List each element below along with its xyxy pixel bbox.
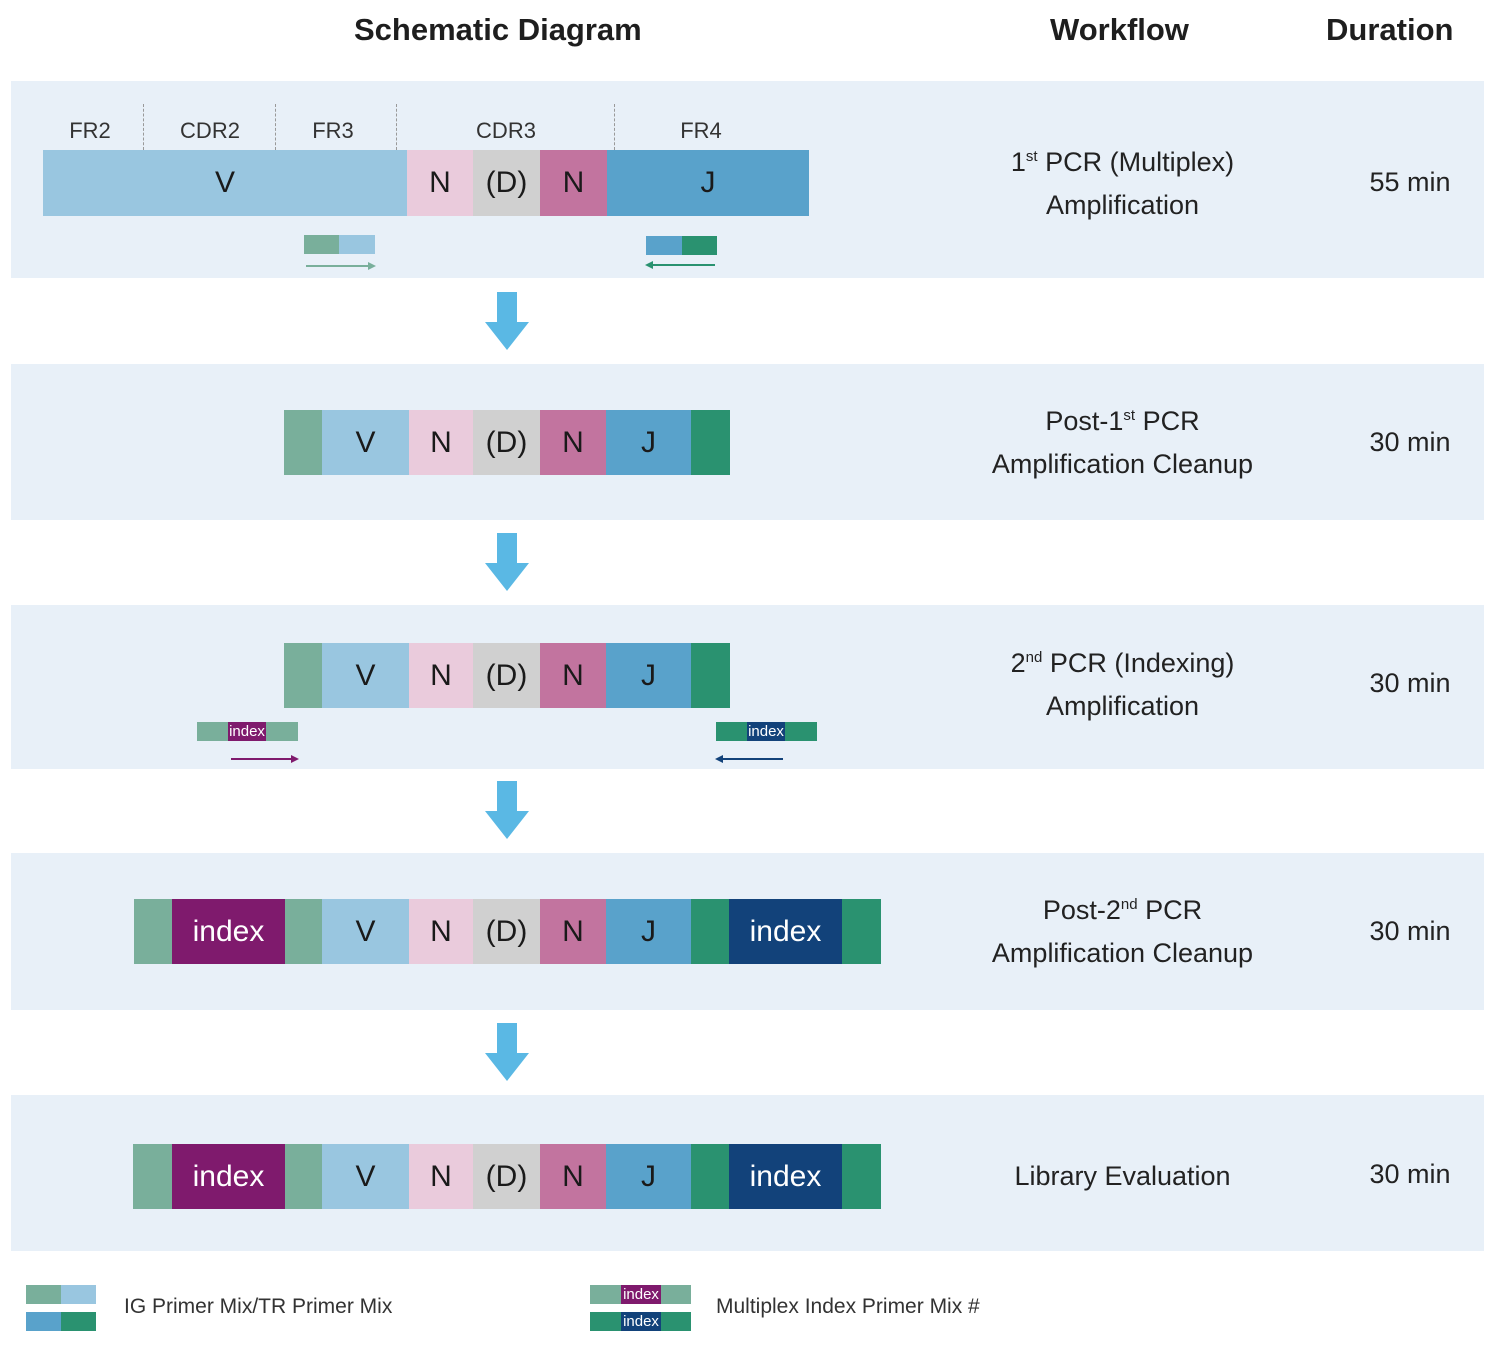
segment-n2: N — [540, 1144, 606, 1209]
segment-primer-right — [842, 1144, 881, 1209]
down-arrow-icon — [485, 1023, 529, 1081]
region-divider — [396, 104, 397, 150]
segment-primer-left — [133, 1144, 172, 1209]
header-schematic: Schematic Diagram — [354, 12, 642, 47]
workflow-step-4: Post-2nd PCR Amplification Cleanup — [991, 895, 1254, 968]
index-label: index — [621, 1312, 661, 1331]
segment-primer-right — [691, 410, 730, 475]
segment-primer-right — [691, 1144, 729, 1209]
segment-j: J — [607, 150, 809, 216]
segment-d: (D) — [473, 899, 540, 964]
duration-step-5: 30 min — [1369, 1159, 1451, 1189]
region-divider — [275, 104, 276, 150]
index-label: index — [228, 722, 266, 741]
segment-j: J — [606, 643, 691, 708]
legend-primer-label: IG Primer Mix/TR Primer Mix — [124, 1295, 393, 1318]
duration-step-2: 30 min — [1369, 427, 1451, 457]
segment-n1: N — [409, 1144, 473, 1209]
segment-j: J — [606, 899, 691, 964]
segment-primer-left — [134, 899, 172, 964]
region-divider — [614, 104, 615, 150]
segment-primer-left — [284, 643, 322, 708]
region-fr3: FR3 — [312, 118, 354, 143]
legend-index-swatch: index index — [590, 1285, 691, 1331]
segment-primer-left — [285, 1144, 322, 1209]
segment-d: (D) — [473, 1144, 540, 1209]
forward-primer — [304, 235, 375, 254]
segment-d: (D) — [473, 150, 540, 216]
reverse-primer — [646, 236, 717, 255]
segment-n1: N — [409, 410, 473, 475]
region-fr2: FR2 — [69, 118, 111, 143]
workflow-step-5: Library Evaluation — [1014, 1161, 1231, 1191]
segment-v: V — [43, 150, 407, 216]
reverse-arrow-icon — [715, 755, 783, 763]
segment-d: (D) — [473, 410, 540, 475]
segment-d: (D) — [473, 643, 540, 708]
legend-index-label: Multiplex Index Primer Mix # — [716, 1295, 980, 1318]
segment-n1: N — [409, 643, 473, 708]
workflow-step-1: 1st PCR (Multiplex) Amplification — [1010, 147, 1235, 220]
segment-primer-right — [691, 899, 729, 964]
segment-n2: N — [540, 150, 607, 216]
segment-j: J — [606, 410, 691, 475]
forward-arrow-icon — [231, 755, 299, 763]
duration-step-3: 30 min — [1369, 668, 1451, 698]
segment-n2: N — [540, 410, 606, 475]
down-arrow-icon — [485, 533, 529, 591]
region-fr4: FR4 — [680, 118, 722, 143]
duration-step-1: 55 min — [1369, 167, 1451, 197]
workflow-step-2: Post-1st PCR Amplification Cleanup — [991, 406, 1254, 479]
segment-primer-left — [284, 410, 322, 475]
segment-index-left: index — [172, 1144, 285, 1209]
header-workflow: Workflow — [1050, 12, 1189, 47]
workflow-step-3: 2nd PCR (Indexing) Amplification — [1010, 648, 1235, 721]
legend-primer-swatch — [26, 1285, 96, 1331]
segment-index-left: index — [172, 899, 285, 964]
reverse-index-primer: index — [716, 722, 817, 741]
region-cdr3: CDR3 — [476, 118, 536, 143]
segment-index-right: index — [729, 1144, 842, 1209]
segment-n1: N — [407, 150, 473, 216]
segment-j: J — [606, 1144, 691, 1209]
down-arrow-icon — [485, 781, 529, 839]
forward-index-primer: index — [197, 722, 298, 741]
reverse-arrow-icon — [645, 261, 715, 269]
segment-primer-left — [285, 899, 322, 964]
segment-v: V — [322, 643, 409, 708]
down-arrow-icon — [485, 292, 529, 350]
segment-v: V — [322, 899, 409, 964]
index-label: index — [621, 1285, 661, 1304]
segment-primer-right — [691, 643, 730, 708]
segment-v: V — [322, 1144, 409, 1209]
forward-arrow-icon — [306, 262, 376, 270]
index-label: index — [747, 722, 785, 741]
segment-index-right: index — [729, 899, 842, 964]
segment-n2: N — [540, 899, 606, 964]
segment-primer-right — [842, 899, 881, 964]
region-divider — [143, 104, 144, 150]
duration-step-4: 30 min — [1369, 916, 1451, 946]
segment-n2: N — [540, 643, 606, 708]
segment-n1: N — [409, 899, 473, 964]
region-cdr2: CDR2 — [180, 118, 240, 143]
header-duration: Duration — [1326, 12, 1454, 47]
segment-v: V — [322, 410, 409, 475]
